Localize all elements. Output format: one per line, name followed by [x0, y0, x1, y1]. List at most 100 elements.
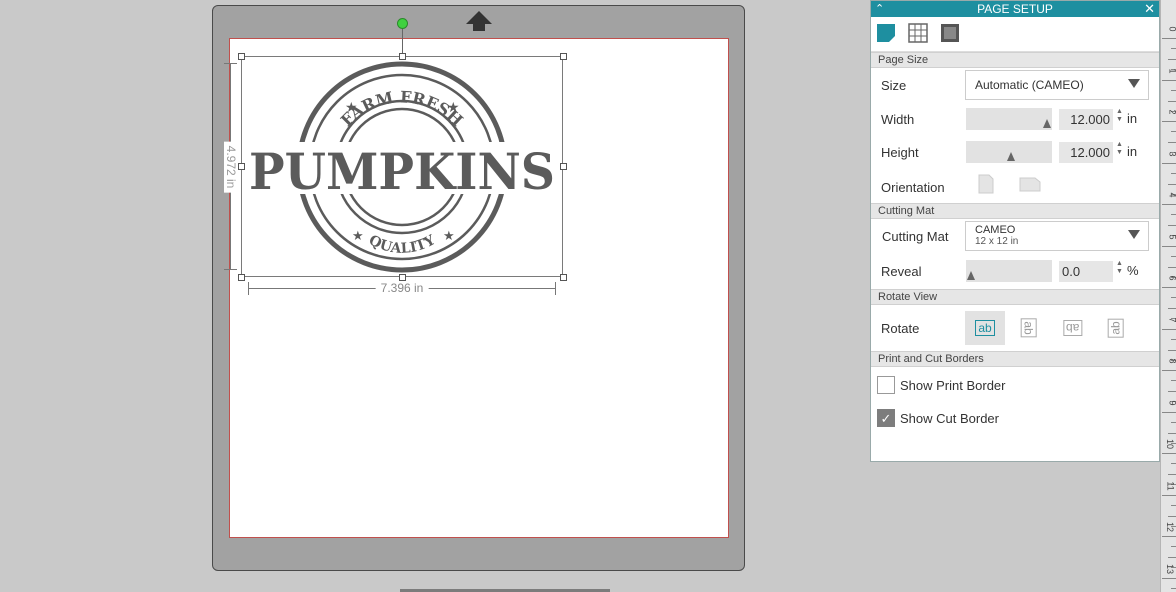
rotate-90-button[interactable]: ab — [1009, 311, 1049, 345]
height-unit: in — [1127, 144, 1138, 159]
resize-handle[interactable] — [560, 53, 567, 60]
reveal-input[interactable]: 0.0 — [1059, 261, 1113, 282]
show-print-border-label[interactable]: Show Print Border — [900, 378, 1006, 393]
ruler-number: 6 — [1167, 275, 1176, 280]
rotate-180-icon: ab — [1063, 320, 1083, 336]
ruler-tick — [1171, 422, 1176, 423]
ruler-tick — [1168, 557, 1176, 558]
ruler-tick — [1162, 495, 1176, 496]
panel-title: PAGE SETUP — [977, 2, 1053, 16]
cutting-mat-size: 12 x 12 in — [975, 236, 1019, 247]
ruler-tick — [1171, 214, 1176, 215]
show-cut-border-label[interactable]: Show Cut Border — [900, 411, 999, 426]
section-print-cut-borders: Print and Cut Borders — [871, 351, 1159, 367]
ruler-tick — [1168, 474, 1176, 475]
ruler-tick — [1162, 38, 1176, 39]
tab-registration[interactable] — [938, 21, 962, 45]
ruler-tick — [1162, 204, 1176, 205]
portrait-orientation-icon[interactable] — [978, 174, 994, 194]
ruler-number: 0 — [1167, 26, 1176, 31]
resize-handle[interactable] — [560, 163, 567, 170]
rotate-270-icon: ab — [1107, 318, 1124, 338]
ruler-number: 3 — [1167, 151, 1176, 156]
rotate-180-button[interactable]: ab — [1053, 311, 1093, 345]
width-dimension: 7.396 in — [248, 281, 556, 296]
page-setup-panel: ⌃ PAGE SETUP ✕ Page Size Size Automatic … — [870, 0, 1160, 462]
rotate-0-button[interactable]: ab — [965, 311, 1005, 345]
resize-handle[interactable] — [238, 53, 245, 60]
height-slider[interactable] — [966, 141, 1052, 163]
rotate-handle[interactable] — [397, 18, 408, 29]
rotate-stem — [402, 28, 403, 55]
resize-handle[interactable] — [560, 274, 567, 281]
ruler-number: 8 — [1167, 358, 1176, 363]
dropdown-arrow-icon — [1128, 230, 1140, 239]
height-label: Height — [881, 145, 919, 160]
reveal-unit: % — [1127, 263, 1139, 278]
width-stepper-icon[interactable]: ▲ ▼ — [1116, 108, 1123, 124]
tab-page-setup[interactable] — [874, 21, 898, 45]
orientation-row: Orientation — [871, 168, 1159, 203]
vertical-ruler: 012345678910111213 — [1160, 0, 1176, 592]
ruler-tick — [1162, 329, 1176, 330]
width-input[interactable]: 12.000 — [1059, 109, 1113, 130]
height-stepper-icon[interactable]: ▲ ▼ — [1116, 141, 1123, 157]
ruler-tick — [1162, 370, 1176, 371]
ruler-tick — [1162, 287, 1176, 288]
width-label: Width — [881, 112, 915, 127]
orientation-label: Orientation — [881, 180, 945, 195]
close-icon[interactable]: ✕ — [1144, 1, 1155, 17]
width-unit: in — [1127, 111, 1138, 126]
ruler-number: 7 — [1167, 317, 1176, 322]
rotate-270-button[interactable]: ab — [1096, 311, 1136, 345]
height-row: Height 12.000 ▲ ▼ in — [871, 135, 1159, 168]
cutting-mat-row: Cutting Mat CAMEO 12 x 12 in — [871, 219, 1159, 253]
width-slider[interactable] — [966, 108, 1052, 130]
show-print-border-row: Show Print Border — [871, 367, 1159, 400]
reveal-stepper-icon[interactable]: ▲ ▼ — [1116, 260, 1123, 276]
size-dropdown[interactable]: Automatic (CAMEO) — [965, 70, 1149, 100]
resize-handle[interactable] — [238, 274, 245, 281]
slider-thumb[interactable] — [967, 271, 975, 280]
size-value: Automatic (CAMEO) — [975, 78, 1084, 92]
cutting-mat-value: CAMEO — [975, 224, 1016, 236]
collapse-chevron-icon[interactable]: ⌃ — [875, 1, 884, 17]
rotate-0-icon: ab — [975, 320, 995, 336]
ruler-tick — [1171, 505, 1176, 506]
size-label: Size — [881, 78, 907, 93]
grid-icon — [908, 23, 928, 43]
ruler-number: 4 — [1167, 192, 1176, 197]
show-print-border-checkbox[interactable] — [877, 376, 895, 394]
resize-handle[interactable] — [399, 53, 406, 60]
ruler-tick — [1171, 546, 1176, 547]
ruler-tick — [1168, 225, 1176, 226]
section-cutting-mat: Cutting Mat — [871, 203, 1159, 219]
ruler-tick — [1162, 412, 1176, 413]
ruler-tick — [1168, 391, 1176, 392]
ruler-number: 13 — [1164, 563, 1175, 575]
ruler-tick — [1162, 121, 1176, 122]
slider-thumb[interactable] — [1007, 152, 1015, 161]
ruler-tick — [1171, 588, 1176, 589]
ruler-tick — [1168, 433, 1176, 434]
resize-handle[interactable] — [399, 274, 406, 281]
ruler-tick — [1168, 101, 1176, 102]
ruler-tick — [1171, 48, 1176, 49]
ruler-tick — [1168, 142, 1176, 143]
ruler-tick — [1171, 297, 1176, 298]
rotate-row: Rotate ab ab ab ab — [871, 305, 1159, 351]
reveal-slider[interactable] — [966, 260, 1052, 282]
ruler-tick — [1162, 453, 1176, 454]
height-input[interactable]: 12.000 — [1059, 142, 1113, 163]
height-dimension: 4.972 in — [224, 63, 238, 270]
ruler-tick — [1168, 267, 1176, 268]
landscape-orientation-icon[interactable] — [1019, 177, 1041, 192]
tab-grid[interactable] — [906, 21, 930, 45]
dropdown-arrow-icon — [1128, 79, 1140, 88]
slider-thumb[interactable] — [1043, 119, 1051, 128]
ruler-number: 5 — [1167, 234, 1176, 239]
cutting-mat-dropdown[interactable]: CAMEO 12 x 12 in — [965, 221, 1149, 251]
show-cut-border-checkbox[interactable]: ✓ — [877, 409, 895, 427]
resize-handle[interactable] — [238, 163, 245, 170]
ruler-tick — [1162, 163, 1176, 164]
